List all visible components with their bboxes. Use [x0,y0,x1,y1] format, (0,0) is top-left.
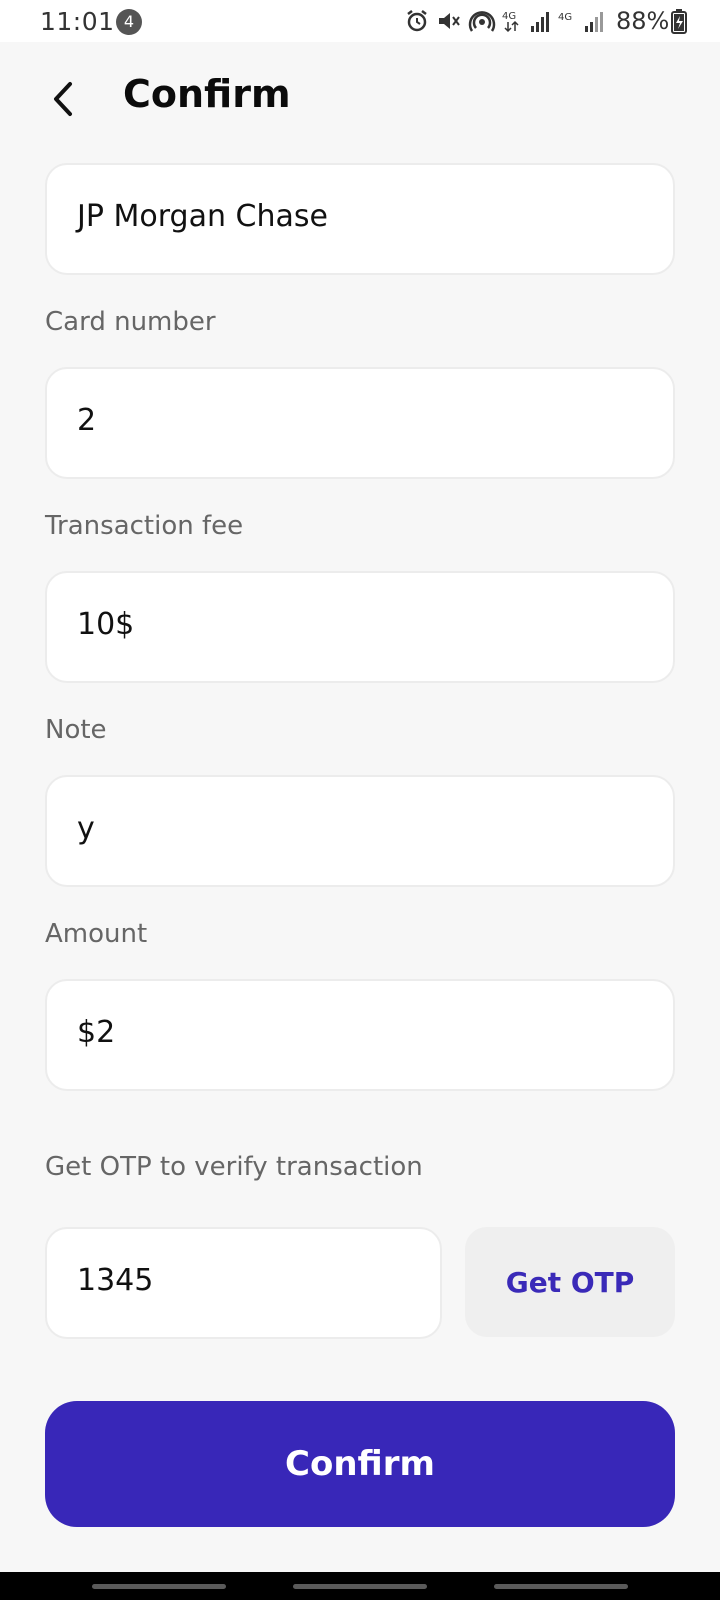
signal-bars-icon [530,9,552,33]
alarm-icon [404,8,430,34]
confirm-button[interactable]: Confirm [45,1401,675,1527]
nav-home-handle[interactable] [293,1584,427,1589]
4g-signal-icon: 4G [502,8,524,34]
nav-back-handle[interactable] [494,1584,628,1589]
battery-percentage: 88% [616,7,670,35]
page-title: Confirm [123,72,291,116]
system-navigation-bar [0,1572,720,1600]
card-number-label: Card number [45,307,216,337]
status-time: 11:01 [40,7,115,36]
battery-charging-icon [671,8,688,34]
back-button[interactable] [40,76,86,122]
get-otp-button[interactable]: Get OTP [465,1227,675,1337]
note-label: Note [45,715,107,745]
svg-text:4G: 4G [502,11,516,22]
bank-value: JP Morgan Chase [77,199,328,234]
transaction-fee-label: Transaction fee [45,511,244,541]
svg-text:4G: 4G [558,12,572,23]
amount-label: Amount [45,919,148,949]
bank-field[interactable]: JP Morgan Chase [45,163,675,275]
signal-bars-icon [584,9,606,33]
transaction-fee-value: 10$ [77,607,135,642]
card-number-field[interactable]: 2 [45,367,675,479]
hotspot-icon [468,8,496,34]
note-value: y [77,811,95,846]
card-number-value: 2 [77,403,97,438]
note-field[interactable]: y [45,775,675,887]
nav-recents-handle[interactable] [92,1584,226,1589]
chevron-left-icon [54,82,72,116]
otp-label: Get OTP to verify transaction [45,1152,423,1182]
amount-field[interactable]: $2 [45,979,675,1091]
notification-count-badge: 4 [116,9,142,35]
transaction-fee-field[interactable]: 10$ [45,571,675,683]
mute-icon [436,8,462,34]
amount-value: $2 [77,1015,116,1050]
status-icons: 4G 4G 88% [404,6,693,36]
header: Confirm [0,60,720,140]
4g-signal-icon: 4G [558,9,578,33]
otp-input[interactable]: 1345 [45,1227,442,1339]
otp-value: 1345 [77,1263,154,1298]
status-bar: 11:01 4 4G 4G 88% [0,0,720,42]
